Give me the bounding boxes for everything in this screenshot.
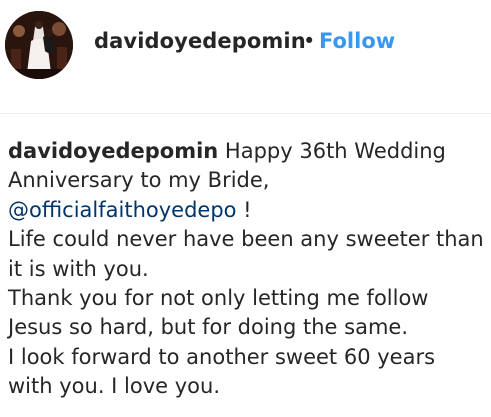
post-caption: davidoyedepomin Happy 36th Wedding Anniv… — [8, 137, 486, 402]
caption-line-8: I look forward to another sweet 60 years — [8, 344, 436, 369]
instagram-post: davidoyedepomin • Follow davidoyedepomin… — [0, 0, 491, 417]
caption-line-3: @officialfaithoyedepo ! — [8, 196, 486, 225]
caption-line-1: davidoyedepomin Happy 36th Wedding — [8, 137, 486, 166]
post-header: davidoyedepomin • Follow — [0, 0, 491, 90]
avatar[interactable] — [5, 11, 73, 79]
mention-link[interactable]: @officialfaithoyedepo — [8, 198, 237, 222]
header-username[interactable]: davidoyedepomin — [94, 29, 306, 53]
caption-line-6: Thank you for not only letting me follow — [8, 286, 429, 311]
header-divider — [0, 113, 491, 114]
caption-line-4: Life could never have been any sweeter t… — [8, 227, 484, 252]
avatar-photo-icon — [5, 11, 73, 79]
caption-line-5: it is with you. — [8, 256, 149, 281]
mention-suffix: ! — [236, 197, 252, 222]
caption-text-1: Happy 36th Wedding — [218, 139, 446, 163]
caption-line-7: Jesus so hard, but for doing the same. — [8, 315, 408, 340]
separator-dot: • — [303, 29, 316, 53]
caption-line-2: Anniversary to my Bride, — [8, 168, 270, 193]
caption-line-9: with you. I love you. — [8, 374, 220, 399]
follow-button[interactable]: Follow — [319, 29, 395, 53]
caption-username[interactable]: davidoyedepomin — [8, 139, 218, 163]
